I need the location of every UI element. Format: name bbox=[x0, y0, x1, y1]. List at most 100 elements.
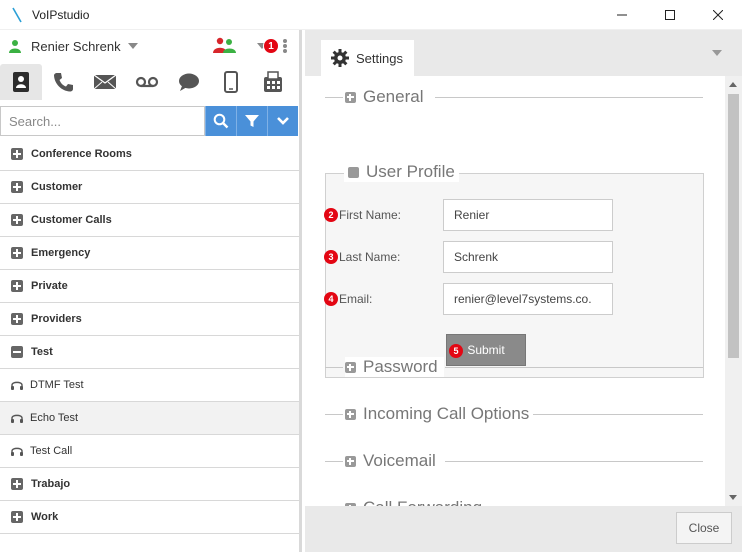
search-input[interactable] bbox=[0, 106, 205, 136]
group-users-icon[interactable] bbox=[212, 36, 238, 54]
expand-plus-icon[interactable] bbox=[345, 361, 356, 373]
expand-plus-icon[interactable] bbox=[11, 214, 23, 226]
list-group[interactable]: Conference Rooms bbox=[0, 138, 299, 171]
voicemail-icon bbox=[135, 76, 159, 88]
section-header: Call Forwarding bbox=[345, 498, 489, 506]
tab-voicemail[interactable] bbox=[126, 64, 168, 100]
list-group[interactable]: Providers bbox=[0, 303, 299, 336]
email-field[interactable] bbox=[443, 283, 613, 315]
marker-badge: 2 bbox=[324, 208, 338, 222]
section-password[interactable]: Password bbox=[305, 346, 725, 393]
email-label: Email: bbox=[339, 292, 373, 306]
settings-scrollbar[interactable] bbox=[725, 76, 742, 506]
list-group[interactable]: Work bbox=[0, 501, 299, 534]
divider bbox=[325, 461, 343, 462]
section-general[interactable]: General bbox=[305, 76, 725, 123]
divider bbox=[435, 97, 703, 98]
email-row: 4 Email: bbox=[324, 283, 613, 315]
headset-icon bbox=[11, 381, 23, 390]
tab-chat[interactable] bbox=[168, 64, 210, 100]
expand-plus-icon[interactable] bbox=[11, 280, 23, 292]
expand-plus-icon[interactable] bbox=[345, 408, 356, 420]
divider bbox=[445, 367, 703, 368]
list-group[interactable]: Trabajo bbox=[0, 468, 299, 501]
section-incoming-call-options[interactable]: Incoming Call Options bbox=[305, 393, 725, 440]
section-header: Incoming Call Options bbox=[345, 404, 536, 424]
expand-plus-icon[interactable] bbox=[11, 478, 23, 490]
settings-content: General User Profile 2 First Name: 3 Las… bbox=[305, 76, 725, 506]
more-options-icon[interactable] bbox=[283, 39, 287, 53]
mobile-icon bbox=[224, 71, 238, 93]
maximize-button[interactable] bbox=[646, 0, 694, 30]
list-group[interactable]: Test bbox=[0, 336, 299, 369]
last-name-field[interactable] bbox=[443, 241, 613, 273]
left-pane: Renier Schrenk 1 Search... Conference Ro… bbox=[0, 30, 302, 552]
marker-badge: 4 bbox=[324, 292, 338, 306]
user-status-icon[interactable] bbox=[7, 38, 23, 54]
voipstudio-logo-icon bbox=[12, 7, 22, 22]
expand-button[interactable] bbox=[267, 106, 298, 136]
group-label: Work bbox=[31, 511, 59, 523]
tab-fax[interactable] bbox=[252, 64, 294, 100]
expand-plus-icon[interactable] bbox=[11, 247, 23, 259]
scroll-down-icon[interactable] bbox=[729, 495, 737, 500]
contacts-icon bbox=[13, 72, 29, 92]
maximize-icon bbox=[665, 10, 675, 20]
minimize-icon bbox=[617, 14, 627, 16]
list-group[interactable]: Emergency bbox=[0, 237, 299, 270]
tabs-menu-chevron-down-icon[interactable] bbox=[712, 50, 722, 56]
scroll-up-icon[interactable] bbox=[729, 82, 737, 87]
divider bbox=[325, 367, 343, 368]
section-voicemail[interactable]: Voicemail bbox=[305, 440, 725, 487]
last-name-label: Last Name: bbox=[339, 250, 401, 264]
list-item[interactable]: DTMF Test bbox=[0, 369, 299, 402]
section-title: General bbox=[363, 87, 424, 106]
phone-icon bbox=[54, 73, 73, 92]
section-header[interactable]: User Profile bbox=[344, 162, 459, 182]
close-button[interactable]: Close bbox=[676, 512, 732, 544]
group-label: Customer Calls bbox=[31, 214, 112, 226]
item-label: Echo Test bbox=[30, 412, 79, 424]
settings-tab-label: Settings bbox=[356, 50, 403, 66]
title-bar: VoIPstudio bbox=[0, 0, 742, 30]
fax-icon bbox=[264, 71, 282, 92]
expand-plus-icon[interactable] bbox=[11, 181, 23, 193]
collapse-minus-icon[interactable] bbox=[11, 346, 23, 358]
expand-plus-icon[interactable] bbox=[345, 502, 356, 506]
marker-badge: 3 bbox=[324, 250, 338, 264]
expand-plus-icon[interactable] bbox=[11, 313, 23, 325]
tab-mobile[interactable] bbox=[210, 64, 252, 100]
group-label: Providers bbox=[31, 313, 82, 325]
user-bar: Renier Schrenk 1 bbox=[0, 30, 299, 62]
filter-button[interactable] bbox=[236, 106, 267, 136]
mail-icon bbox=[93, 74, 117, 90]
list-item[interactable]: Test Call bbox=[0, 435, 299, 468]
list-item[interactable]: Echo Test bbox=[0, 402, 299, 435]
expand-plus-icon[interactable] bbox=[345, 91, 356, 103]
expand-plus-icon[interactable] bbox=[11, 511, 23, 523]
tab-calls[interactable] bbox=[42, 64, 84, 100]
first-name-field[interactable] bbox=[443, 199, 613, 231]
group-label: Private bbox=[31, 280, 68, 292]
window-close-button[interactable] bbox=[694, 0, 742, 30]
list-group[interactable]: Customer Calls bbox=[0, 204, 299, 237]
tab-messages[interactable] bbox=[84, 64, 126, 100]
expand-plus-icon[interactable] bbox=[345, 455, 356, 467]
divider bbox=[325, 414, 343, 415]
tab-contacts[interactable] bbox=[0, 64, 42, 100]
tab-settings[interactable]: Settings bbox=[321, 40, 414, 76]
user-name[interactable]: Renier Schrenk bbox=[31, 39, 121, 54]
list-group[interactable]: Private bbox=[0, 270, 299, 303]
section-call-forwarding[interactable]: Call Forwarding bbox=[305, 487, 725, 506]
item-label: Test Call bbox=[30, 445, 73, 457]
list-group[interactable]: Customer bbox=[0, 171, 299, 204]
minimize-button[interactable] bbox=[598, 0, 646, 30]
notification-badge: 1 bbox=[263, 38, 279, 54]
search-button[interactable] bbox=[205, 106, 236, 136]
user-menu-chevron-down-icon[interactable] bbox=[127, 43, 138, 49]
scroll-thumb[interactable] bbox=[728, 94, 739, 358]
expand-plus-icon[interactable] bbox=[11, 148, 23, 160]
group-label: Customer bbox=[31, 181, 83, 193]
collapse-minus-icon[interactable] bbox=[348, 166, 359, 178]
section-header: Voicemail bbox=[345, 451, 442, 471]
